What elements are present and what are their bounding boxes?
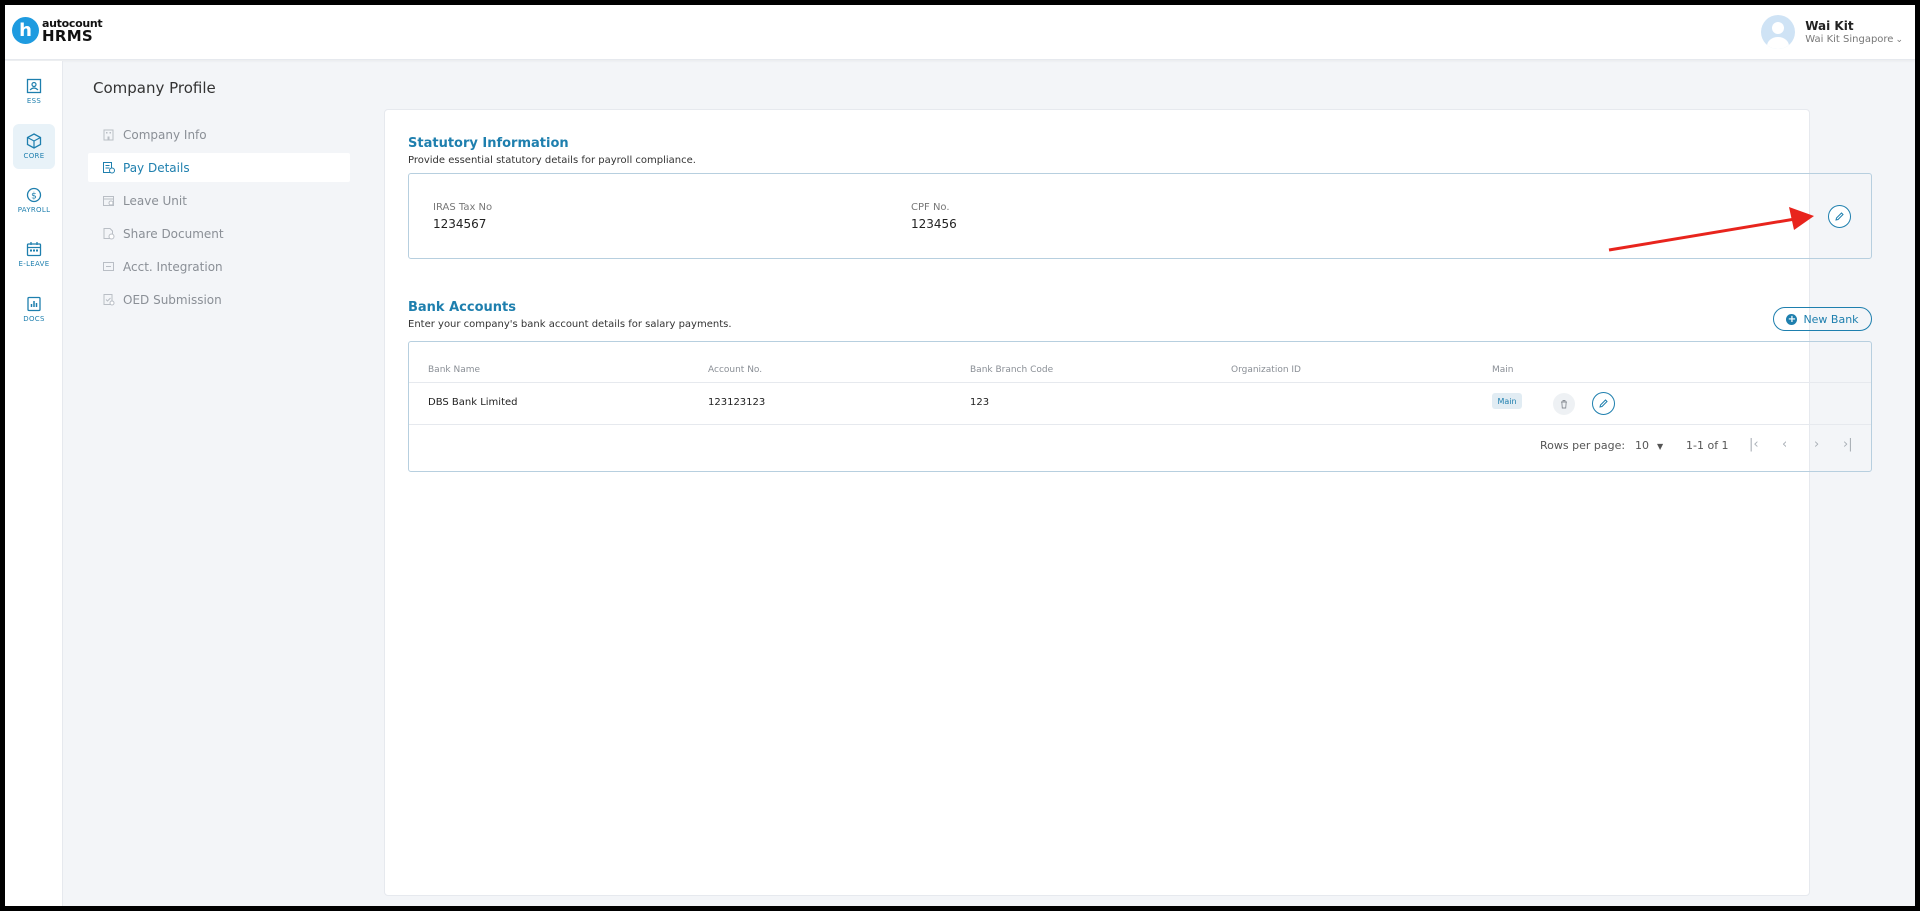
payroll-icon: $ (26, 187, 42, 203)
statutory-subtitle: Provide essential statutory details for … (408, 155, 696, 166)
header-account-no: Account No. (708, 365, 763, 375)
iras-tax-label: IRAS Tax No (433, 202, 493, 213)
user-company: Wai Kit Singapore (1805, 34, 1894, 45)
statutory-card: IRAS Tax No 1234567 CPF No. 123456 (408, 173, 1872, 259)
header-branch-code: Bank Branch Code (970, 365, 1054, 375)
rail-label-ess: ESS (26, 97, 42, 105)
subnav-item-company-info[interactable]: Company Info (88, 120, 350, 149)
prev-page-icon[interactable]: ‹ (1782, 437, 1787, 452)
rail-label-payroll: PAYROLL (17, 206, 51, 214)
plus-icon: + (1786, 313, 1798, 325)
cell-bank-name: DBS Bank Limited (428, 397, 518, 408)
bank-accounts-subtitle: Enter your company's bank account detail… (408, 319, 732, 330)
subnav-label: Company Info (123, 127, 207, 142)
subnav-item-oed-submission[interactable]: OED Submission (88, 285, 350, 314)
ess-icon (26, 78, 42, 94)
edit-statutory-button[interactable] (1828, 205, 1851, 228)
rail-label-docs: DOCS (23, 315, 45, 323)
svg-text:$: $ (31, 192, 37, 202)
cell-account-no: 123123123 (708, 397, 766, 408)
rail-item-eleave[interactable]: E-LEAVE (13, 232, 55, 277)
subnav-item-leave-unit[interactable]: Leave Unit (88, 186, 350, 215)
top-bar: h autocount HRMS Wai Kit Wai Kit Singapo… (5, 5, 1915, 60)
caret-down-icon: ▼ (1657, 442, 1664, 451)
chevron-down-icon[interactable]: ⌄ (1895, 35, 1903, 45)
rows-per-page-select[interactable]: 10 ▼ (1635, 439, 1663, 452)
building-icon (103, 129, 114, 141)
share-document-icon (103, 228, 115, 240)
statutory-title: Statutory Information (408, 136, 569, 151)
profile-subnav: Company Info Pay Details Leave Unit Shar… (88, 120, 350, 318)
main-badge: Main (1492, 393, 1522, 409)
core-icon (26, 133, 42, 149)
subnav-item-acct-integration[interactable]: Acct. Integration (88, 252, 350, 281)
user-name: Wai Kit (1805, 19, 1854, 33)
header-organization-id: Organization ID (1231, 365, 1301, 375)
first-page-icon[interactable]: |‹ (1749, 437, 1759, 452)
submission-icon (103, 294, 115, 306)
user-menu[interactable]: Wai Kit Wai Kit Singapore ⌄ (1761, 15, 1903, 49)
rail-item-docs[interactable]: DOCS (13, 287, 55, 332)
cpf-label: CPF No. (911, 202, 950, 213)
bank-accounts-table: Bank Name Account No. Bank Branch Code O… (408, 341, 1872, 472)
rail-item-core[interactable]: CORE (13, 124, 55, 169)
logo-product: HRMS (42, 26, 94, 45)
new-bank-button[interactable]: + New Bank (1773, 307, 1872, 331)
cell-branch-code: 123 (970, 397, 990, 408)
trash-icon (1561, 400, 1567, 409)
table-divider (409, 382, 1871, 383)
iras-tax-value: 1234567 (433, 217, 487, 231)
subnav-label: Acct. Integration (123, 259, 223, 274)
delete-bank-button[interactable] (1553, 393, 1575, 415)
next-page-icon[interactable]: › (1814, 437, 1819, 452)
subnav-item-pay-details[interactable]: Pay Details (88, 153, 350, 182)
pay-details-panel: Statutory Information Provide essential … (384, 109, 1872, 896)
cpf-value: 123456 (911, 217, 957, 231)
header-bank-name: Bank Name (428, 365, 481, 375)
rail-item-payroll[interactable]: $ PAYROLL (13, 178, 55, 223)
last-page-icon[interactable]: ›| (1843, 437, 1853, 452)
calendar-icon (26, 242, 42, 257)
header-main: Main (1492, 365, 1514, 375)
pencil-icon (1835, 212, 1844, 221)
bank-accounts-title: Bank Accounts (408, 300, 516, 315)
avatar (1761, 15, 1796, 49)
pay-details-icon (103, 162, 115, 174)
subnav-item-share-document[interactable]: Share Document (88, 219, 350, 248)
table-divider (409, 424, 1871, 425)
rail-item-ess[interactable]: ESS (13, 69, 55, 114)
rows-per-page-value: 10 (1635, 439, 1649, 452)
page-title: Company Profile (93, 79, 216, 97)
leave-unit-icon (103, 196, 114, 206)
new-bank-label: New Bank (1803, 312, 1859, 326)
logo-mark: h (12, 17, 39, 44)
rail-label-core: CORE (23, 152, 45, 160)
subnav-label: Leave Unit (123, 193, 187, 208)
integration-icon (103, 262, 114, 271)
rows-per-page-label: Rows per page: (1540, 439, 1626, 452)
subnav-label: Pay Details (123, 160, 190, 175)
subnav-label: Share Document (123, 226, 224, 241)
rail-label-eleave: E-LEAVE (18, 260, 50, 268)
pagination-range: 1-1 of 1 (1686, 439, 1729, 452)
edit-bank-button[interactable] (1592, 392, 1615, 415)
docs-icon (27, 296, 41, 312)
app-frame: h autocount HRMS Wai Kit Wai Kit Singapo… (5, 5, 1915, 906)
module-rail: ESS CORE $ PAYROLL E-LEAVE DOCS (5, 61, 63, 906)
app-logo[interactable]: h autocount HRMS (12, 17, 103, 45)
subnav-label: OED Submission (123, 292, 222, 307)
pencil-icon (1599, 399, 1608, 408)
